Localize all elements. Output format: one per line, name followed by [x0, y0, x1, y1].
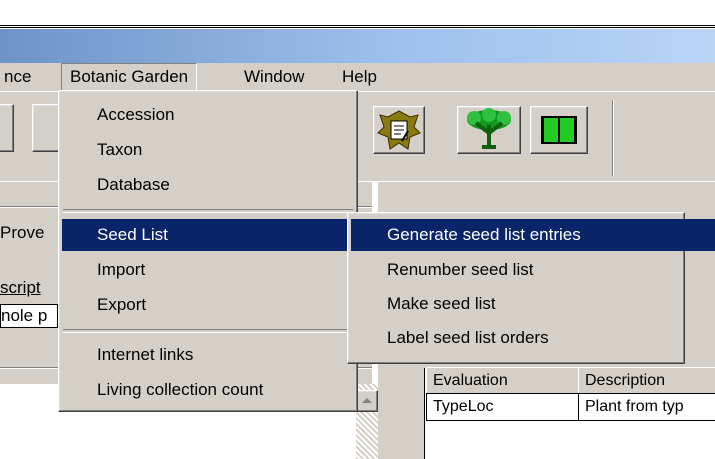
grid-cell-text: TypeLoc [433, 398, 494, 415]
menu-item-label: Generate seed list entries [387, 225, 581, 244]
grid-header-label: Description [585, 372, 666, 389]
menu-item-make-seed-list[interactable]: Make seed list [351, 288, 715, 320]
grid-header-description[interactable]: Description [578, 367, 715, 395]
menu-item-window[interactable]: Window [236, 64, 312, 90]
menu-item-label: Taxon [97, 140, 143, 159]
menu-item-taxon[interactable]: Taxon [62, 134, 387, 166]
menu-item-label: Export [97, 295, 147, 314]
menu-item-help[interactable]: Help [334, 64, 385, 90]
grid-header-label: Evaluation [433, 372, 508, 389]
grid-cell-text: Plant from typ [585, 398, 684, 415]
book-button[interactable] [530, 106, 588, 154]
menu-item-living-collection-count[interactable]: Living collection count [62, 374, 387, 406]
description-field-value: nole p [1, 306, 48, 325]
menu-item-label: Make seed list [387, 294, 496, 313]
toolbar-button-left[interactable] [0, 104, 14, 152]
title-bar [0, 29, 715, 63]
grid-cell-description[interactable]: Plant from typ [578, 393, 715, 421]
menu-item-label: Living collection count [97, 380, 264, 399]
menu-item-label: Seed List [97, 225, 168, 244]
tree-icon [467, 108, 511, 149]
menu-item-label: Label seed list orders [387, 328, 549, 347]
menu-item-renumber-seed-list[interactable]: Renumber seed list [351, 254, 715, 286]
menu-item-database[interactable]: Database [62, 169, 387, 201]
menu-item-botanic-garden[interactable]: Botanic Garden [61, 63, 198, 93]
menu-item-label: Import [97, 260, 146, 279]
tab-province[interactable]: Prove [0, 220, 44, 246]
menu-item-internet-links[interactable]: Internet links [62, 339, 387, 371]
menu-item-label: Internet links [97, 345, 194, 364]
menu-item-label-seed-list-orders[interactable]: Label seed list orders [351, 322, 715, 354]
menu-item-seed-list[interactable]: Seed List [62, 219, 387, 251]
description-field[interactable]: nole p [0, 304, 58, 328]
menu-separator [63, 329, 353, 333]
grid-header-evaluation[interactable]: Evaluation [426, 367, 586, 395]
menu-item-export[interactable]: Export [62, 289, 387, 321]
menu-separator [63, 209, 353, 213]
tree-button[interactable] [457, 106, 521, 154]
field-label-description: script [0, 278, 41, 297]
menu-item-label: Renumber seed list [387, 260, 534, 279]
top-strip [0, 0, 715, 28]
botanic-garden-menu: Accession Taxon Database Seed List Impor… [58, 90, 387, 412]
toolbar-separator [612, 100, 614, 176]
book-icon [541, 116, 577, 144]
menu-item-label: Database [97, 175, 170, 194]
seed-list-submenu: Generate seed list entries Renumber seed… [347, 212, 715, 364]
grid-gutter [384, 368, 424, 459]
menu-item-import[interactable]: Import [62, 254, 387, 286]
menu-item-accession[interactable]: Accession [62, 99, 387, 131]
menu-item-tolerance[interactable]: nce [0, 64, 39, 90]
menu-item-generate-seed-list-entries[interactable]: Generate seed list entries [351, 219, 715, 251]
grid-cell-evaluation[interactable]: TypeLoc [426, 393, 586, 421]
menu-item-label: Accession [97, 105, 175, 124]
